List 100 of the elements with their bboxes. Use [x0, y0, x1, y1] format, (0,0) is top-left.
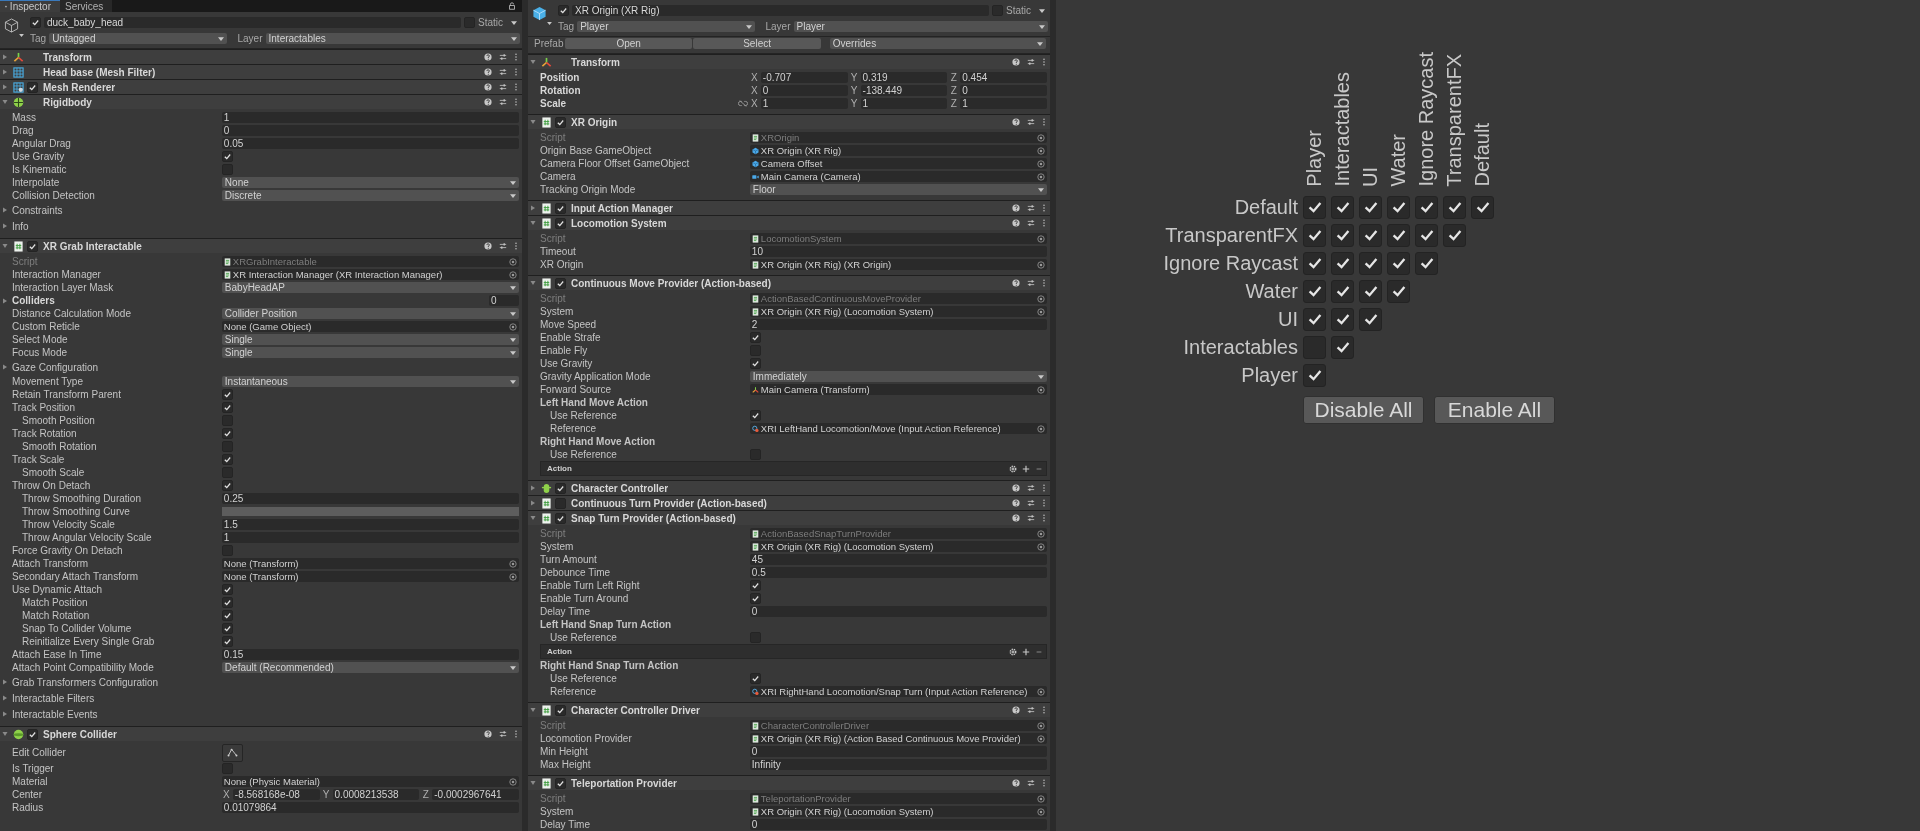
preset-icon[interactable]: [1027, 279, 1035, 287]
foldout-arrow-icon[interactable]: [530, 780, 536, 786]
preset-icon[interactable]: [1027, 514, 1035, 522]
object-field[interactable]: Main Camera (Transform): [749, 384, 1047, 395]
number-field[interactable]: 0: [749, 606, 1047, 617]
help-icon[interactable]: [1012, 706, 1020, 714]
number-field[interactable]: -0.707: [760, 72, 848, 83]
preset-icon[interactable]: [1027, 118, 1035, 126]
preset-icon[interactable]: [499, 68, 507, 76]
component-header[interactable]: Input Action Manager: [528, 200, 1050, 215]
object-field[interactable]: XR Origin (XR Rig) (Locomotion System): [749, 306, 1047, 317]
name-field[interactable]: XR Origin (XR Rig): [572, 5, 989, 16]
object-field[interactable]: XRGrabInteractable: [221, 256, 519, 267]
foldout-arrow-icon[interactable]: [530, 707, 536, 713]
help-icon[interactable]: [1012, 499, 1020, 507]
checkbox[interactable]: [27, 728, 38, 740]
component-header[interactable]: Sphere Collider: [0, 726, 522, 741]
menu-icon[interactable]: [1042, 118, 1046, 126]
curve-field[interactable]: [221, 507, 519, 516]
menu-icon[interactable]: [1042, 204, 1046, 212]
checkbox[interactable]: [555, 277, 566, 289]
foldout[interactable]: Gaze Configuration: [0, 361, 99, 373]
menu-icon[interactable]: [514, 83, 518, 91]
checkbox[interactable]: [749, 580, 761, 591]
checkbox[interactable]: [555, 512, 566, 524]
checkbox[interactable]: [1303, 307, 1326, 331]
foldout-arrow-icon[interactable]: [2, 54, 8, 60]
checkbox[interactable]: [27, 240, 38, 252]
checkbox[interactable]: [1387, 279, 1410, 303]
checkbox[interactable]: [749, 358, 761, 369]
help-icon[interactable]: [1012, 118, 1020, 126]
preset-icon[interactable]: [499, 730, 507, 738]
component-header[interactable]: Character Controller Driver: [528, 702, 1050, 717]
checkbox[interactable]: [1415, 195, 1438, 219]
preset-icon[interactable]: [1027, 706, 1035, 714]
menu-icon[interactable]: [514, 53, 518, 61]
checkbox[interactable]: [749, 673, 761, 684]
object-field[interactable]: None (Transform): [221, 571, 519, 582]
number-field[interactable]: 1: [960, 98, 1047, 109]
component-header[interactable]: XR Origin: [528, 114, 1050, 129]
help-icon[interactable]: [1012, 514, 1020, 522]
checkbox[interactable]: [1387, 223, 1410, 247]
foldout-arrow-icon[interactable]: [2, 99, 8, 105]
caret-icon[interactable]: [511, 20, 517, 25]
foldout-arrow-icon[interactable]: [530, 485, 536, 491]
component-header[interactable]: XR Grab Interactable: [0, 238, 522, 253]
prefab-button[interactable]: Select: [693, 38, 821, 49]
checkbox[interactable]: [555, 704, 566, 716]
number-field[interactable]: Infinity: [749, 759, 1047, 770]
checkbox[interactable]: [221, 454, 233, 465]
checkbox[interactable]: [1359, 195, 1382, 219]
dropdown[interactable]: Instantaneous: [221, 376, 519, 387]
foldout-arrow-icon[interactable]: [530, 515, 536, 521]
object-field[interactable]: XR Origin (XR Rig) (Locomotion System): [749, 541, 1047, 552]
number-field[interactable]: -138.449: [860, 85, 948, 96]
checkbox[interactable]: [1387, 251, 1410, 275]
dropdown[interactable]: Collider Position: [221, 308, 519, 319]
menu-icon[interactable]: [1042, 279, 1046, 287]
foldout[interactable]: Interactable Filters: [0, 692, 95, 704]
object-field[interactable]: Main Camera (Camera): [749, 171, 1047, 182]
preset-icon[interactable]: [1027, 779, 1035, 787]
object-field[interactable]: CharacterControllerDriver: [749, 720, 1047, 731]
preset-icon[interactable]: [499, 53, 507, 61]
object-picker-icon[interactable]: [1037, 234, 1045, 243]
gear-icon[interactable]: [1009, 464, 1017, 473]
object-field[interactable]: None (Physic Material): [221, 776, 519, 787]
number-field[interactable]: 0.0008213538: [332, 789, 420, 800]
checkbox[interactable]: [558, 5, 569, 16]
tab[interactable]: Services: [60, 0, 113, 12]
number-field[interactable]: 0.319: [860, 72, 948, 83]
checkbox[interactable]: [221, 389, 233, 400]
object-picker-icon[interactable]: [1037, 424, 1045, 433]
number-field[interactable]: 0: [749, 746, 1047, 757]
checkbox[interactable]: [221, 610, 233, 621]
component-header[interactable]: Transform: [528, 54, 1050, 69]
preset-icon[interactable]: [499, 98, 507, 106]
preset-icon[interactable]: [1027, 499, 1035, 507]
component-header[interactable]: Snap Turn Provider (Action-based): [528, 510, 1050, 525]
number-field[interactable]: -8.568168e-08: [232, 789, 320, 800]
object-picker-icon[interactable]: [509, 322, 517, 331]
preset-icon[interactable]: [1027, 484, 1035, 492]
menu-icon[interactable]: [1042, 706, 1046, 714]
checkbox[interactable]: [1331, 251, 1354, 275]
object-field[interactable]: ActionBasedContinuousMoveProvider: [749, 293, 1047, 304]
broken-link-icon[interactable]: [737, 100, 748, 107]
help-icon[interactable]: [484, 83, 492, 91]
menu-icon[interactable]: [1042, 779, 1046, 787]
foldout[interactable]: Constraints: [0, 204, 63, 216]
checkbox[interactable]: [555, 777, 566, 789]
checkbox[interactable]: [1415, 223, 1438, 247]
object-picker-icon[interactable]: [509, 777, 517, 786]
add-icon[interactable]: [1022, 647, 1030, 656]
help-icon[interactable]: [484, 730, 492, 738]
object-field[interactable]: XR Interaction Manager (XR Interaction Manager): [221, 269, 519, 280]
number-field[interactable]: 0.01079864: [221, 802, 519, 813]
foldout-arrow-icon[interactable]: [2, 69, 8, 75]
component-header[interactable]: Teleportation Provider: [528, 775, 1050, 790]
menu-icon[interactable]: [514, 68, 518, 76]
checkbox[interactable]: [1359, 223, 1382, 247]
checkbox[interactable]: [1303, 251, 1326, 275]
